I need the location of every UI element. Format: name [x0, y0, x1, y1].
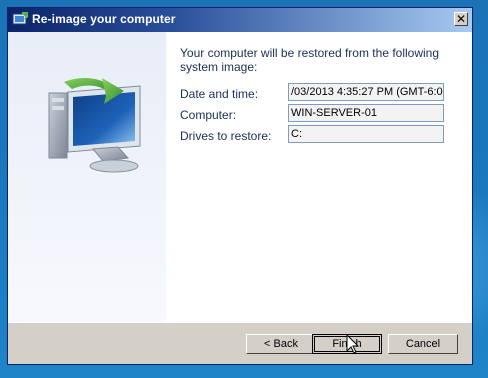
- computer-field[interactable]: WIN-SERVER-01: [288, 104, 444, 122]
- dialog-content: Your computer will be restored from the …: [8, 32, 472, 322]
- date-time-label: Date and time:: [180, 87, 259, 101]
- close-icon: ✕: [455, 12, 467, 26]
- back-button[interactable]: < Back: [246, 334, 316, 354]
- intro-text: Your computer will be restored from the …: [180, 46, 440, 74]
- dialog-footer: < Back Finish Cancel: [8, 322, 472, 364]
- desktop-background: Re-image your computer ✕ Your computer w…: [0, 0, 488, 378]
- drives-to-restore-field[interactable]: C:: [288, 125, 444, 143]
- window-title: Re-image your computer: [32, 12, 176, 26]
- date-time-field[interactable]: /03/2013 4:35:27 PM (GMT-6:00): [288, 83, 444, 101]
- cancel-button[interactable]: Cancel: [388, 334, 458, 354]
- left-panel: [8, 32, 166, 322]
- backup-restore-icon: [12, 12, 28, 25]
- re-image-dialog: Re-image your computer ✕ Your computer w…: [7, 7, 473, 365]
- title-bar[interactable]: Re-image your computer ✕: [8, 8, 472, 32]
- computer-label: Computer:: [180, 108, 237, 122]
- computer-restore-arrow-icon: [48, 78, 141, 173]
- drives-to-restore-label: Drives to restore:: [180, 129, 272, 143]
- mouse-pointer-icon: [346, 334, 360, 354]
- close-button[interactable]: ✕: [454, 12, 468, 26]
